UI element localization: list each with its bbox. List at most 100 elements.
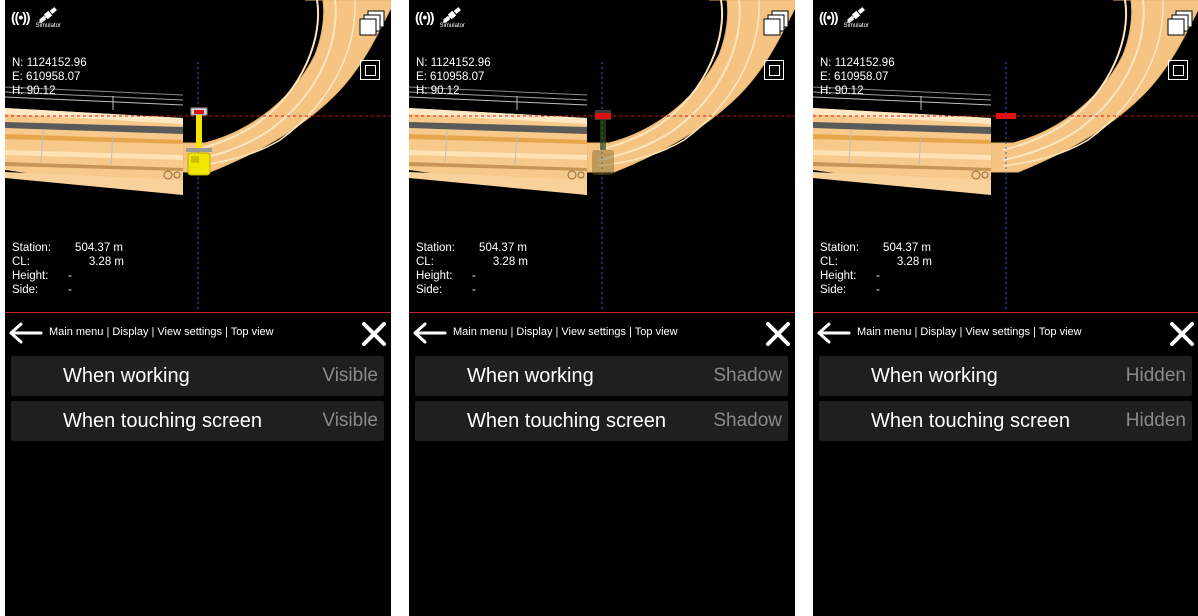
easting-value: E: 610958.07: [820, 71, 889, 83]
back-arrow-icon[interactable]: [7, 321, 43, 345]
position-coordinates: N: 1124152.96 E: 610958.07 H: 90.12: [820, 56, 895, 98]
layers-icon[interactable]: [359, 10, 385, 38]
setting-value: Visible: [322, 410, 378, 431]
breadcrumb: Main menu | Display | View settings | To…: [453, 326, 678, 338]
layers-icon[interactable]: [763, 10, 789, 38]
centerline-value: 3.28 m: [492, 256, 528, 268]
back-arrow-icon[interactable]: [411, 321, 447, 345]
close-icon[interactable]: [765, 321, 791, 347]
gps-status: Simulator: [36, 6, 61, 29]
height-row: Height: -: [12, 269, 124, 283]
status-bar: ((•)) Simulator: [819, 6, 869, 29]
view-extent-button[interactable]: [764, 60, 784, 80]
height-label: Height:: [820, 270, 857, 282]
centerline-value: 3.28 m: [896, 256, 932, 268]
side-value: -: [876, 284, 880, 296]
menu-header: Main menu | Display | View settings | To…: [5, 313, 391, 353]
gps-source-label: Simulator: [35, 23, 61, 29]
setting-when-working[interactable]: When working Hidden: [819, 356, 1192, 396]
setting-when-touching-screen[interactable]: When touching screen Hidden: [819, 401, 1192, 441]
height-readout-value: -: [876, 270, 880, 282]
setting-when-working[interactable]: When working Shadow: [415, 356, 788, 396]
setting-value: Hidden: [1125, 410, 1186, 431]
station-label: Station:: [416, 242, 455, 254]
gps-source-label: Simulator: [439, 23, 465, 29]
side-row: Side: -: [820, 283, 932, 297]
easting-value: E: 610958.07: [416, 71, 485, 83]
side-label: Side:: [12, 284, 39, 296]
height-value: H: 90.12: [416, 85, 460, 97]
centerline-label: CL:: [820, 256, 838, 268]
map-view[interactable]: ((•)) Simulator N: 1124152.96 E: 610958.…: [5, 0, 391, 312]
satellite-icon: [443, 7, 462, 24]
view-extent-button[interactable]: [360, 60, 380, 80]
layers-icon[interactable]: [1167, 10, 1193, 38]
station-value: 504.37 m: [75, 242, 123, 254]
breadcrumb: Main menu | Display | View settings | To…: [857, 326, 1082, 338]
height-value: H: 90.12: [820, 85, 864, 97]
side-label: Side:: [820, 284, 847, 296]
setting-label: When touching screen: [467, 410, 667, 432]
side-row: Side: -: [416, 283, 528, 297]
side-value: -: [68, 284, 72, 296]
setting-when-touching-screen[interactable]: When touching screen Visible: [11, 401, 384, 441]
setting-value: Shadow: [713, 365, 782, 386]
station-label: Station:: [12, 242, 51, 254]
height-readout-value: -: [472, 270, 476, 282]
view-extent-button[interactable]: [1168, 60, 1188, 80]
excavator-model: [186, 107, 212, 176]
height-label: Height:: [12, 270, 49, 282]
satellite-icon: [847, 7, 866, 24]
centerline-value: 3.28 m: [88, 256, 124, 268]
map-view[interactable]: ((•)) Simulator N: 1124152.96 E: 610958.…: [813, 0, 1198, 312]
gps-status: Simulator: [844, 6, 869, 29]
setting-label: When touching screen: [63, 410, 263, 432]
setting-value: Hidden: [1125, 365, 1186, 386]
setting-value: Visible: [322, 365, 378, 386]
station-readout: Station: 504.37 m CL: 3.28 m Height: - S…: [416, 241, 528, 297]
close-icon[interactable]: [1169, 321, 1195, 347]
gps-status: Simulator: [440, 6, 465, 29]
station-readout: Station: 504.37 m CL: 3.28 m Height: - S…: [12, 241, 124, 297]
station-value: 504.37 m: [883, 242, 931, 254]
station-row: Station: 504.37 m: [12, 241, 124, 255]
radio-signal-icon: ((•)): [11, 9, 31, 25]
height-row: Height: -: [416, 269, 528, 283]
radio-signal-icon: ((•)): [415, 9, 435, 25]
centerline-row: CL: 3.28 m: [12, 255, 124, 269]
side-label: Side:: [416, 284, 443, 296]
screen-panel-shadow: ((•)) Simulator N: 1124152.96 E: 610958.…: [409, 0, 795, 616]
centerline-row: CL: 3.28 m: [416, 255, 528, 269]
setting-value: Shadow: [713, 410, 782, 431]
position-coordinates: N: 1124152.96 E: 610958.07 H: 90.12: [12, 56, 87, 98]
back-arrow-icon[interactable]: [815, 321, 851, 345]
station-row: Station: 504.37 m: [820, 241, 932, 255]
position-marker: [996, 113, 1016, 119]
status-bar: ((•)) Simulator: [11, 6, 61, 29]
height-value: H: 90.12: [12, 85, 56, 97]
station-label: Station:: [820, 242, 859, 254]
station-readout: Station: 504.37 m CL: 3.28 m Height: - S…: [820, 241, 932, 297]
height-readout-value: -: [68, 270, 72, 282]
centerline-label: CL:: [12, 256, 30, 268]
setting-label: When working: [63, 365, 190, 387]
side-value: -: [472, 284, 476, 296]
screen-panel-visible: ((•)) Simulator N: 1124152.96 E: 610958.…: [5, 0, 391, 616]
northing-value: N: 1124152.96: [12, 57, 87, 69]
height-row: Height: -: [820, 269, 932, 283]
menu-header: Main menu | Display | View settings | To…: [813, 313, 1198, 353]
centerline-row: CL: 3.28 m: [820, 255, 932, 269]
setting-label: When working: [871, 365, 998, 387]
station-row: Station: 504.37 m: [416, 241, 528, 255]
centerline-label: CL:: [416, 256, 434, 268]
setting-when-working[interactable]: When working Visible: [11, 356, 384, 396]
status-bar: ((•)) Simulator: [415, 6, 465, 29]
position-coordinates: N: 1124152.96 E: 610958.07 H: 90.12: [416, 56, 491, 98]
setting-label: When touching screen: [871, 410, 1071, 432]
station-value: 504.37 m: [479, 242, 527, 254]
close-icon[interactable]: [361, 321, 387, 347]
setting-when-touching-screen[interactable]: When touching screen Shadow: [415, 401, 788, 441]
breadcrumb: Main menu | Display | View settings | To…: [49, 326, 274, 338]
map-view[interactable]: ((•)) Simulator N: 1124152.96 E: 610958.…: [409, 0, 795, 312]
satellite-icon: [39, 7, 58, 24]
